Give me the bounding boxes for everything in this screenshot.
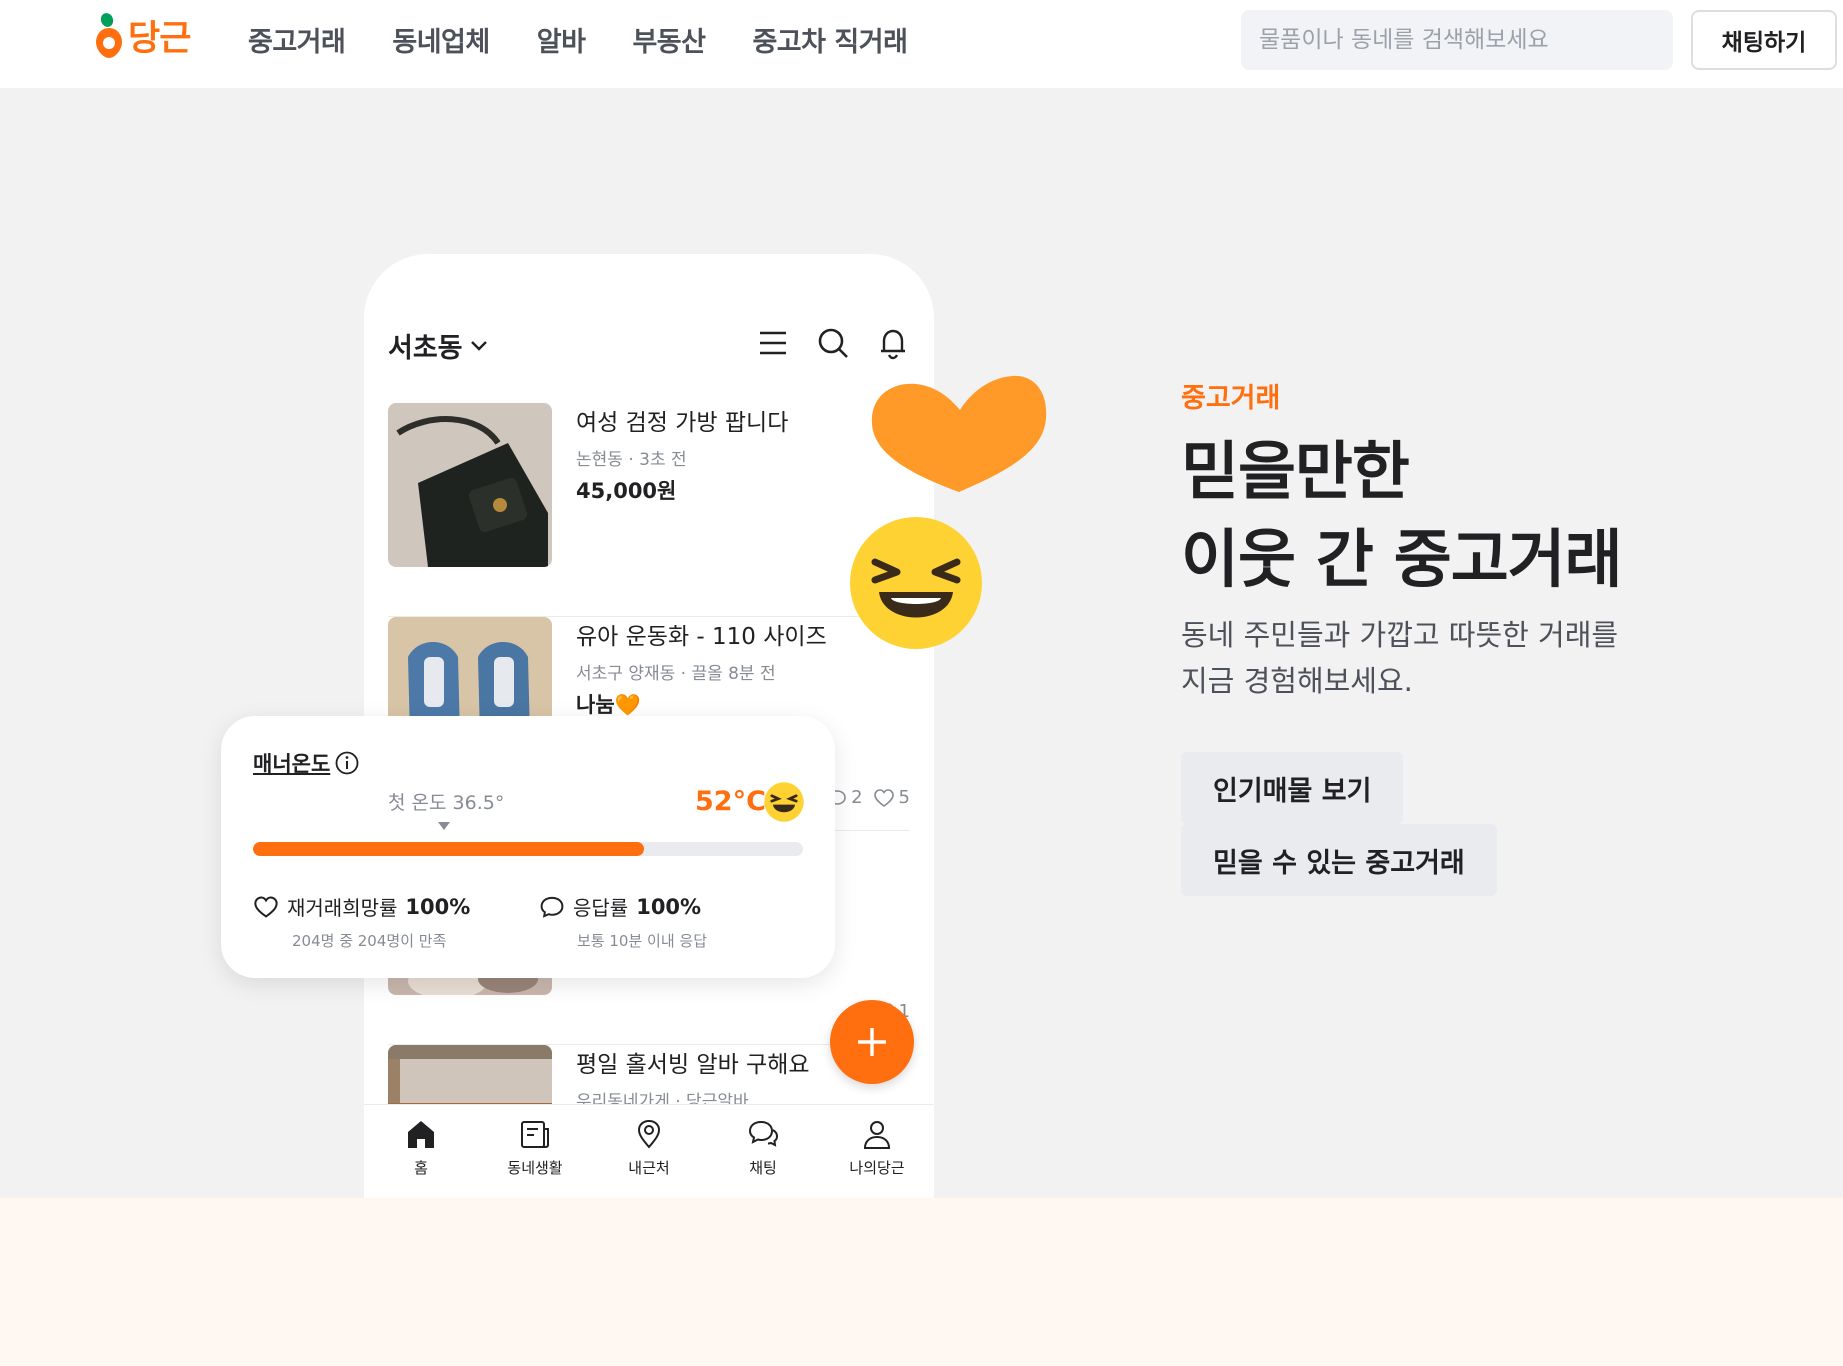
popular-items-button[interactable]: 인기매물 보기	[1181, 752, 1404, 824]
tab-label: 나의당근	[849, 1159, 905, 1177]
search-icon[interactable]	[816, 326, 850, 360]
bottom-band	[0, 1198, 1843, 1366]
nav-part-time-jobs[interactable]: 알바	[537, 20, 586, 59]
top-header: 당근 중고거래 동네업체 알바 부동산 중고차 직거래 채팅하기	[0, 0, 1843, 88]
nav-local-business[interactable]: 동네업체	[392, 20, 490, 59]
trusted-trade-button[interactable]: 믿을 수 있는 중고거래	[1181, 824, 1497, 896]
item-stats: 2 5	[827, 787, 910, 808]
tab-label: 내근처	[628, 1159, 670, 1177]
carrot-logo-icon	[96, 12, 122, 58]
main-nav: 중고거래 동네업체 알바 부동산 중고차 직거래	[248, 20, 954, 59]
temperature-bar-fill	[253, 842, 644, 856]
plus-icon	[858, 1028, 886, 1056]
tab-nearby[interactable]: 내근처	[592, 1105, 706, 1198]
tab-label: 채팅	[749, 1159, 777, 1177]
like-count: 5	[898, 787, 910, 808]
hero-title-line2: 이웃 간 중고거래	[1181, 523, 1623, 596]
manner-temperature-card: 매너온도 첫 온도 36.5° 52°C 재거래희망률 100% 204명 중 …	[221, 716, 835, 978]
manner-title[interactable]: 매너온도	[253, 748, 360, 778]
add-post-button[interactable]	[830, 1000, 914, 1084]
tab-label: 홈	[414, 1159, 428, 1177]
manner-title-label: 매너온도	[253, 752, 331, 776]
hero-title: 믿을만한 이웃 간 중고거래	[1181, 428, 1623, 604]
item-price: 45,000원	[576, 479, 677, 503]
heart-icon	[871, 375, 1047, 492]
tab-label: 동네생활	[507, 1159, 563, 1177]
hero-title-line1: 믿을만한	[1181, 435, 1410, 508]
chevron-down-icon	[470, 340, 487, 351]
item-title: 유아 운동화 - 110 사이즈	[576, 624, 827, 650]
current-temperature: 52°C	[695, 786, 766, 817]
nav-used-trade[interactable]: 중고거래	[248, 20, 346, 59]
response-sub: 보통 10분 이내 응답	[577, 932, 707, 950]
nav-used-cars[interactable]: 중고차 직거래	[752, 20, 907, 59]
phone-top-bar: 서초동	[388, 326, 910, 370]
chat-bubble-icon	[540, 896, 564, 918]
logo-text: 당근	[128, 19, 191, 59]
info-icon[interactable]	[334, 750, 360, 776]
item-price: 나눔🧡	[576, 693, 641, 717]
bag-thumbnail	[388, 403, 552, 567]
tab-chat[interactable]: 채팅	[706, 1105, 820, 1198]
rebuy-sub: 204명 중 204명이 만족	[292, 932, 447, 950]
response-stat: 응답률 100%	[539, 892, 701, 921]
first-temperature: 첫 온도 36.5°	[388, 792, 505, 814]
heart-icon	[254, 896, 278, 918]
response-value: 100%	[636, 894, 702, 919]
list-item[interactable]: 여성 검정 가방 팝니다 논현동 · 3초 전 45,000원	[388, 403, 910, 617]
laughing-emoji-icon	[850, 517, 982, 649]
response-label: 응답률	[573, 896, 629, 920]
rebuy-label: 재거래희망률	[287, 896, 398, 920]
rebuy-value: 100%	[405, 894, 471, 919]
chat-icon	[748, 1120, 779, 1147]
bell-icon[interactable]	[876, 326, 910, 360]
nav-real-estate[interactable]: 부동산	[632, 20, 706, 59]
chat-button[interactable]: 채팅하기	[1691, 10, 1837, 70]
item-title: 여성 검정 가방 팝니다	[576, 410, 789, 436]
logo[interactable]: 당근	[94, 10, 191, 61]
tab-my[interactable]: 나의당근	[820, 1105, 934, 1198]
temperature-bar	[253, 842, 803, 856]
first-temp-marker	[438, 822, 450, 830]
user-icon	[863, 1121, 891, 1149]
search-input[interactable]	[1241, 10, 1673, 70]
phone-top-icons	[756, 326, 910, 360]
menu-icon[interactable]	[756, 326, 790, 360]
laughing-emoji-icon	[764, 782, 804, 822]
item-meta: 서초구 양재동 · 끌올 8분 전	[576, 664, 776, 684]
hero-tag: 중고거래	[1181, 383, 1281, 414]
hero-desc-line1: 동네 주민들과 가깝고 따뜻한 거래를	[1181, 618, 1619, 652]
hero-description: 동네 주민들과 가깝고 따뜻한 거래를 지금 경험해보세요.	[1181, 612, 1618, 704]
bottom-tab-bar: 홈 동네생활 내근처 채팅 나의당근	[364, 1104, 934, 1198]
location-label: 서초동	[388, 333, 463, 364]
news-icon	[521, 1121, 549, 1148]
location-selector[interactable]: 서초동	[388, 326, 489, 365]
heart-icon	[873, 788, 894, 807]
hero-desc-line2: 지금 경험해보세요.	[1181, 664, 1413, 698]
tab-community[interactable]: 동네생활	[478, 1105, 592, 1198]
rebuy-stat: 재거래희망률 100%	[253, 892, 470, 921]
item-meta: 논현동 · 3초 전	[576, 450, 687, 470]
home-icon	[408, 1121, 434, 1148]
tab-home[interactable]: 홈	[364, 1105, 478, 1198]
location-pin-icon	[637, 1119, 661, 1149]
item-title: 평일 홀서빙 알바 구해요	[576, 1052, 810, 1078]
chat-count: 2	[851, 787, 863, 808]
